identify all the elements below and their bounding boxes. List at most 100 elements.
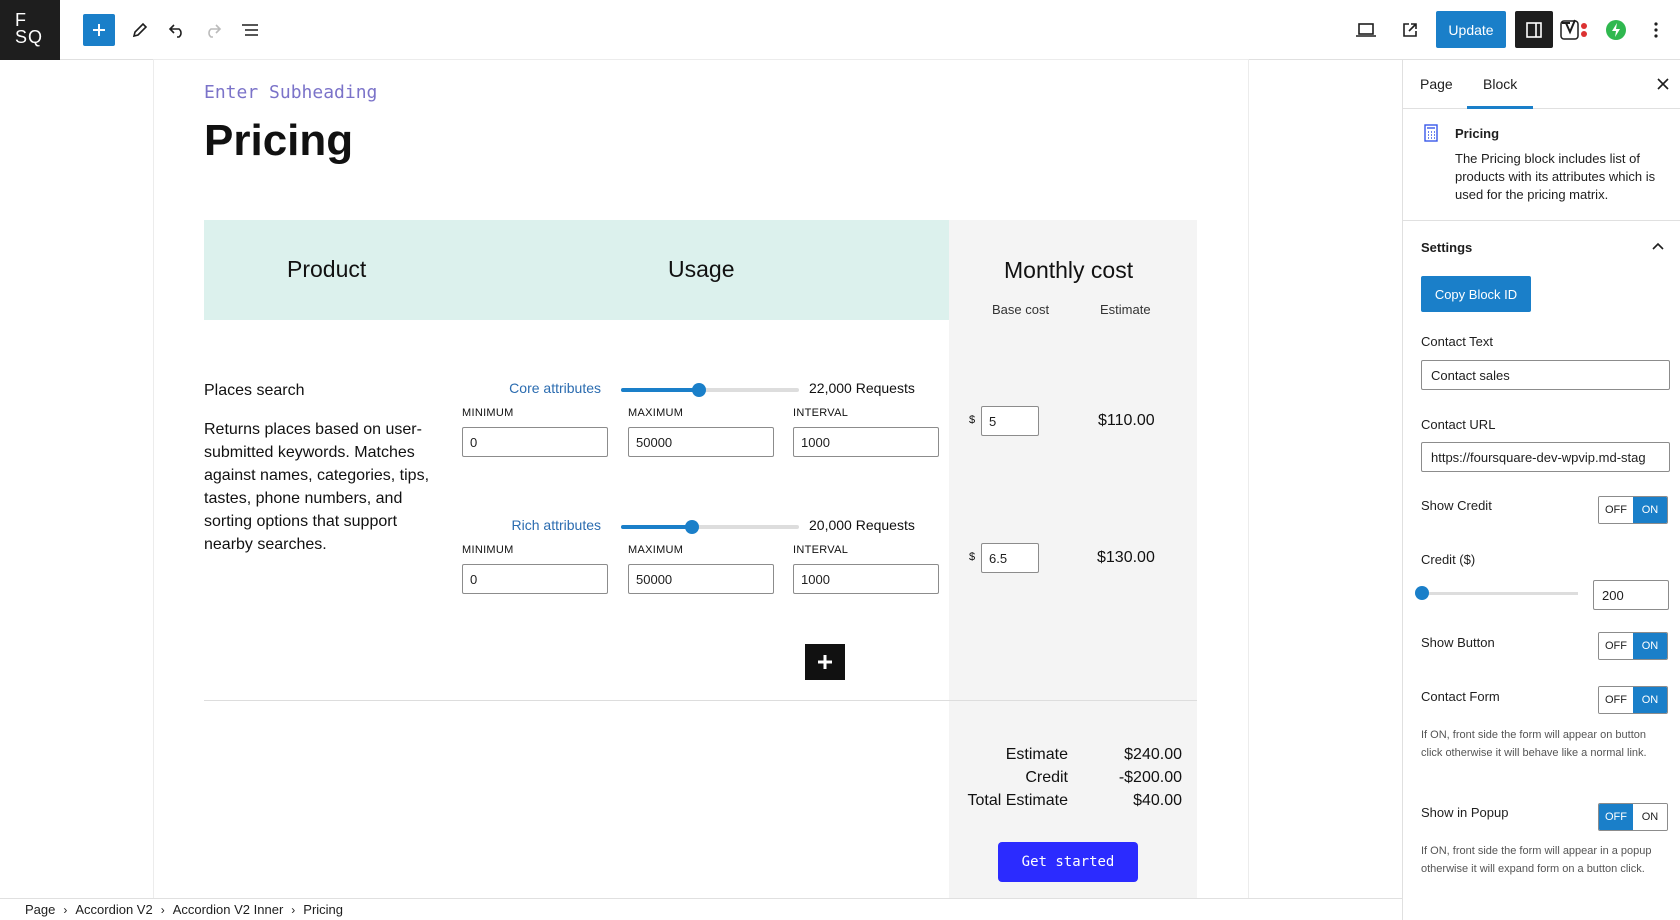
estimate-value: $110.00 <box>1098 412 1155 429</box>
top-toolbar: F SQ Update <box>0 0 1680 60</box>
show-credit-toggle[interactable]: OFF ON <box>1598 496 1668 524</box>
attribute-slider[interactable] <box>621 520 799 534</box>
show-button-toggle[interactable]: OFF ON <box>1598 632 1668 660</box>
chevron-right-icon: › <box>160 902 165 917</box>
breadcrumb-item[interactable]: Accordion V2 Inner <box>173 902 284 917</box>
summary-total-label: Total Estimate <box>967 792 1068 809</box>
attribute-label[interactable]: Core attributes <box>441 380 601 396</box>
toggle-on-option[interactable]: ON <box>1633 804 1667 830</box>
redo-icon <box>208 24 222 38</box>
lightning-icon <box>1606 20 1626 40</box>
breadcrumb-item[interactable]: Accordion V2 <box>75 902 152 917</box>
show-credit-label: Show Credit <box>1421 498 1492 513</box>
settings-toggle-button[interactable] <box>1515 11 1553 48</box>
add-attribute-button[interactable] <box>805 644 845 680</box>
summary-estimate-label: Estimate <box>1005 746 1068 763</box>
tab-page[interactable]: Page <box>1420 76 1453 92</box>
contact-form-toggle[interactable]: OFF ON <box>1598 686 1668 714</box>
preview-button[interactable] <box>1350 14 1382 46</box>
show-popup-toggle[interactable]: OFF ON <box>1598 803 1668 831</box>
interval-input[interactable]: 1000 <box>793 427 939 457</box>
chevron-right-icon: › <box>63 902 68 917</box>
attribute-slider[interactable] <box>621 383 799 397</box>
copy-block-id-button[interactable]: Copy Block ID <box>1421 276 1531 312</box>
slider-fill <box>621 525 693 529</box>
laptop-icon <box>1356 23 1376 37</box>
toggle-on-option[interactable]: ON <box>1633 633 1667 659</box>
settings-panel-title[interactable]: Settings <box>1421 240 1472 255</box>
performance-plugin-button[interactable] <box>1600 14 1632 46</box>
undo-button[interactable] <box>161 14 193 46</box>
contact-url-label: Contact URL <box>1421 417 1496 432</box>
interval-label: INTERVAL <box>793 407 849 419</box>
minimum-label: MINIMUM <box>462 407 514 419</box>
header-usage: Usage <box>668 256 735 282</box>
site-logo[interactable]: F SQ <box>0 0 60 60</box>
currency-symbol: $ <box>969 414 976 426</box>
summary-total-value: $40.00 <box>1133 792 1182 809</box>
close-sidebar-button[interactable] <box>1653 74 1673 94</box>
yoast-seo-button[interactable] <box>1558 14 1590 46</box>
breadcrumb-item[interactable]: Page <box>25 902 55 917</box>
base-cost-input[interactable]: 5 <box>981 406 1039 436</box>
edit-tool-button[interactable] <box>124 14 156 46</box>
tab-block[interactable]: Block <box>1483 76 1517 92</box>
yoast-icon <box>1560 19 1587 40</box>
credit-range-track[interactable] <box>1421 592 1578 595</box>
update-button[interactable]: Update <box>1436 11 1506 48</box>
contact-form-help: If ON, front side the form will appear o… <box>1421 729 1647 759</box>
contact-form-label: Contact Form <box>1421 689 1500 704</box>
product-description[interactable]: Returns places based on user-submitted k… <box>204 418 444 556</box>
minimum-input[interactable]: 0 <box>462 564 608 594</box>
calculator-icon <box>1424 124 1438 142</box>
plus-icon <box>818 655 832 669</box>
credit-label: Credit ($) <box>1421 552 1476 567</box>
toggle-off-option[interactable]: OFF <box>1599 687 1633 713</box>
breadcrumb: Page › Accordion V2 › Accordion V2 Inner… <box>0 898 1402 920</box>
page-title[interactable]: Pricing <box>204 116 353 166</box>
add-block-button[interactable] <box>83 14 115 46</box>
maximum-input[interactable]: 50000 <box>628 564 774 594</box>
pencil-icon <box>132 22 148 38</box>
toggle-on-option[interactable]: ON <box>1633 497 1667 523</box>
get-started-button[interactable]: Get started <box>998 842 1138 882</box>
credit-input[interactable]: 200 <box>1593 580 1669 610</box>
view-post-button[interactable] <box>1394 14 1426 46</box>
credit-range-handle[interactable] <box>1415 586 1429 600</box>
estimate-value: $130.00 <box>1097 549 1155 566</box>
base-cost-input[interactable]: 6.5 <box>981 543 1039 573</box>
maximum-input[interactable]: 50000 <box>628 427 774 457</box>
slider-handle[interactable] <box>685 520 700 534</box>
toggle-off-option[interactable]: OFF <box>1599 633 1633 659</box>
undo-icon <box>168 24 182 38</box>
more-options-button[interactable] <box>1640 14 1672 46</box>
attribute-label[interactable]: Rich attributes <box>441 517 601 533</box>
contact-url-input[interactable]: https://foursquare-dev-wpvip.md-stag <box>1421 442 1670 472</box>
minimum-label: MINIMUM <box>462 544 514 556</box>
header-monthly-cost: Monthly cost <box>1004 257 1134 283</box>
maximum-label: MAXIMUM <box>628 407 684 419</box>
breadcrumb-item[interactable]: Pricing <box>303 902 343 917</box>
slider-handle[interactable] <box>692 383 707 397</box>
panel-divider <box>1403 220 1680 221</box>
subheading[interactable]: Enter Subheading <box>204 82 377 103</box>
toggle-off-option[interactable]: OFF <box>1599 804 1633 830</box>
vertical-ellipsis-icon <box>1654 22 1658 38</box>
external-link-icon <box>1403 23 1417 37</box>
logo-line-2: SQ <box>15 27 44 47</box>
document-overview-button[interactable] <box>234 14 266 46</box>
show-popup-help: If ON, front side the form will appear i… <box>1421 845 1652 875</box>
minimum-input[interactable]: 0 <box>462 427 608 457</box>
slider-fill <box>621 388 700 392</box>
chevron-up-icon[interactable] <box>1651 240 1665 254</box>
interval-input[interactable]: 1000 <box>793 564 939 594</box>
plus-icon <box>93 24 105 36</box>
pricing-block[interactable]: Enter Subheading Pricing Product Usage M… <box>154 60 1248 898</box>
contact-text-input[interactable]: Contact sales <box>1421 360 1670 390</box>
product-name[interactable]: Places search <box>204 382 305 400</box>
toggle-off-option[interactable]: OFF <box>1599 497 1633 523</box>
toggle-on-option[interactable]: ON <box>1633 687 1667 713</box>
summary-credit-value: -$200.00 <box>1118 769 1182 786</box>
redo-button[interactable] <box>197 14 229 46</box>
summary-estimate-value: $240.00 <box>1124 746 1182 763</box>
